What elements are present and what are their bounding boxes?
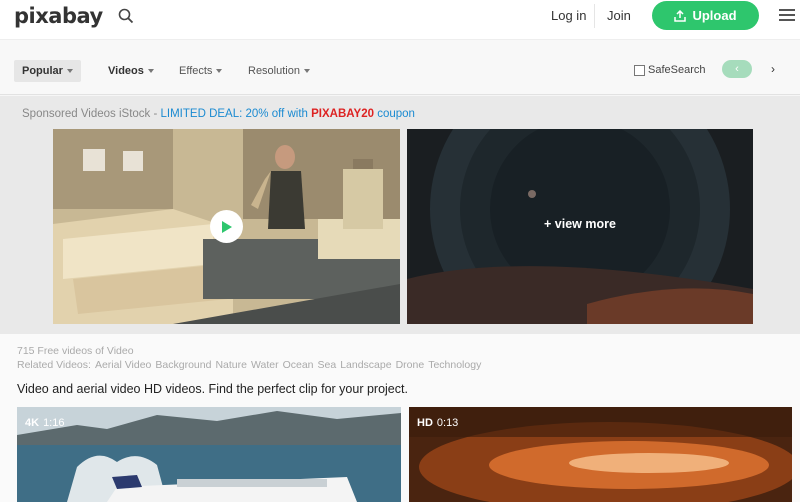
resolution-dropdown[interactable]: Resolution	[240, 60, 318, 82]
header-divider	[594, 4, 595, 28]
join-link[interactable]: Join	[607, 8, 631, 23]
next-page-button[interactable]: ›	[764, 60, 782, 78]
upload-icon	[674, 9, 687, 22]
filter-bar: Popular Videos Effects Resolution SafeSe…	[0, 40, 800, 95]
popular-label: Popular	[22, 65, 63, 77]
caret-down-icon	[216, 69, 223, 73]
abstract-light-thumbnail	[409, 407, 792, 502]
videos-dropdown[interactable]: Videos	[100, 60, 162, 82]
video-thumbnail[interactable]: 4K 1:16	[17, 407, 401, 502]
upload-button[interactable]: Upload	[652, 1, 759, 30]
upload-label: Upload	[692, 8, 737, 23]
related-tag[interactable]: Water	[251, 359, 279, 371]
video-badge: HD 0:13	[417, 417, 458, 429]
sponsored-video-card[interactable]	[53, 129, 400, 324]
safesearch-checkbox[interactable]	[634, 64, 645, 76]
popular-dropdown[interactable]: Popular	[14, 60, 81, 82]
related-tag[interactable]: Drone	[396, 359, 425, 371]
play-icon	[222, 220, 232, 233]
videos-label: Videos	[108, 65, 144, 77]
coupon-suffix[interactable]: coupon	[374, 108, 415, 120]
caret-down-icon	[66, 69, 73, 73]
related-tag[interactable]: Background	[155, 359, 211, 371]
related-tag[interactable]: Sea	[318, 359, 337, 371]
safesearch-label: SafeSearch	[648, 64, 706, 76]
top-header: pixabay Log in Join Upload	[0, 0, 800, 40]
resolution-label: Resolution	[248, 65, 300, 77]
related-label: Related Videos:	[17, 359, 91, 371]
related-videos: Related Videos: Aerial Video Background …	[17, 359, 481, 371]
result-count: 715 Free videos of Video	[17, 345, 134, 357]
sponsored-prefix: Sponsored Videos iStock -	[22, 108, 161, 120]
video-duration: 0:13	[436, 417, 459, 429]
sponsored-banner: Sponsored Videos iStock - LIMITED DEAL: …	[22, 108, 415, 120]
caret-down-icon	[303, 69, 310, 73]
play-button[interactable]	[210, 210, 243, 243]
caret-down-icon	[147, 69, 154, 73]
view-more-card[interactable]: + view more	[407, 129, 753, 324]
safesearch-toggle[interactable]: SafeSearch	[634, 64, 705, 76]
sponsored-deal-link[interactable]: LIMITED DEAL: 20% off with	[161, 108, 312, 120]
prev-page-button[interactable]: ‹	[722, 60, 752, 78]
related-tag[interactable]: Technology	[428, 359, 481, 371]
related-tag[interactable]: Landscape	[340, 359, 391, 371]
page-description: Video and aerial video HD videos. Find t…	[17, 382, 408, 396]
related-tag[interactable]: Nature	[215, 359, 247, 371]
video-badge: 4K 1:16	[25, 417, 64, 429]
coupon-code[interactable]: PIXABAY20	[311, 108, 374, 120]
related-tag[interactable]: Aerial Video	[95, 359, 151, 371]
effects-label: Effects	[179, 65, 213, 77]
video-duration: 1:16	[43, 417, 65, 429]
video-quality: HD	[417, 417, 433, 429]
effects-dropdown[interactable]: Effects	[171, 60, 230, 82]
video-quality: 4K	[25, 417, 40, 429]
view-more-label[interactable]: + view more	[407, 217, 753, 231]
video-thumbnail[interactable]: HD 0:13	[409, 407, 792, 502]
related-tag[interactable]: Ocean	[283, 359, 314, 371]
search-icon[interactable]	[118, 8, 134, 24]
pixabay-logo[interactable]: pixabay	[14, 4, 103, 28]
login-link[interactable]: Log in	[551, 8, 586, 23]
cruise-ship-thumbnail	[17, 407, 401, 502]
hamburger-menu-icon[interactable]	[779, 9, 795, 21]
